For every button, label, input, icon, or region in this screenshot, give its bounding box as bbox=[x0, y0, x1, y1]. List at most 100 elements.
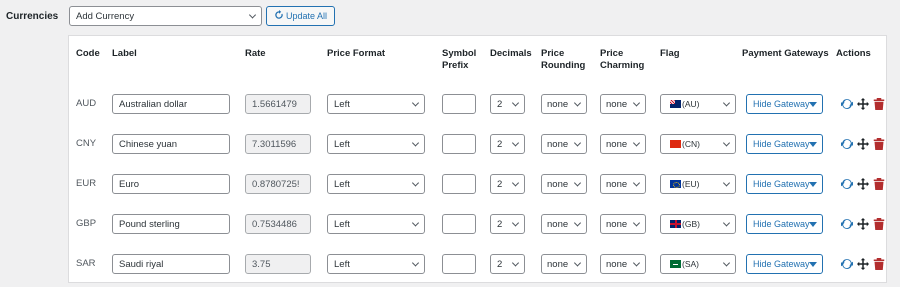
chevron-down-icon bbox=[573, 139, 582, 147]
flag-select[interactable]: (EU) bbox=[660, 174, 736, 194]
charming-value: none bbox=[606, 258, 628, 270]
move-icon[interactable] bbox=[857, 258, 869, 270]
move-icon[interactable] bbox=[857, 138, 869, 150]
sync-icon[interactable] bbox=[841, 98, 853, 110]
caret-down-icon bbox=[809, 222, 817, 227]
decimals-value: 2 bbox=[497, 138, 503, 150]
price-format-select[interactable]: Left bbox=[327, 254, 425, 274]
label-value: Australian dollar bbox=[119, 98, 188, 110]
rounding-select[interactable]: none bbox=[541, 174, 587, 194]
header-label: Label bbox=[112, 48, 137, 59]
charming-select[interactable]: none bbox=[600, 254, 646, 274]
charming-select[interactable]: none bbox=[600, 174, 646, 194]
charming-value: none bbox=[606, 98, 628, 110]
header-code: Code bbox=[76, 48, 100, 59]
decimals-select[interactable]: 2 bbox=[490, 134, 525, 154]
label-input[interactable]: Euro bbox=[112, 174, 230, 194]
price-format-value: Left bbox=[334, 138, 350, 150]
trash-icon[interactable] bbox=[873, 138, 885, 150]
rate-input: 3.75 bbox=[245, 254, 311, 274]
hide-gateway-button[interactable]: Hide Gateway bbox=[746, 174, 823, 194]
move-icon[interactable] bbox=[857, 98, 869, 110]
rounding-select[interactable]: none bbox=[541, 254, 587, 274]
decimals-select[interactable]: 2 bbox=[490, 214, 525, 234]
label-value: Saudi riyal bbox=[119, 258, 164, 270]
hide-gateway-button[interactable]: Hide Gateway bbox=[746, 134, 823, 154]
price-format-select[interactable]: Left bbox=[327, 134, 425, 154]
rate-input: 1.5661479 bbox=[245, 94, 311, 114]
charming-select[interactable]: none bbox=[600, 214, 646, 234]
flag-select[interactable]: (AU) bbox=[660, 94, 736, 114]
chevron-down-icon bbox=[632, 139, 641, 147]
move-icon[interactable] bbox=[857, 218, 869, 230]
add-currency-select[interactable]: Add Currency bbox=[69, 6, 262, 26]
trash-icon[interactable] bbox=[873, 258, 885, 270]
trash-icon[interactable] bbox=[873, 98, 885, 110]
rounding-select[interactable]: none bbox=[541, 134, 587, 154]
price-format-select[interactable]: Left bbox=[327, 174, 425, 194]
caret-down-icon bbox=[809, 102, 817, 107]
flag-gb-icon bbox=[670, 220, 681, 228]
chevron-down-icon bbox=[411, 99, 420, 107]
hide-gateway-button[interactable]: Hide Gateway bbox=[746, 214, 823, 234]
flag-select[interactable]: (SA) bbox=[660, 254, 736, 274]
label-input[interactable]: Chinese yuan bbox=[112, 134, 230, 154]
flag-code: (CN) bbox=[682, 139, 700, 149]
sync-icon[interactable] bbox=[841, 218, 853, 230]
sync-icon[interactable] bbox=[841, 138, 853, 150]
rounding-select[interactable]: none bbox=[541, 214, 587, 234]
symbol-prefix-input[interactable] bbox=[442, 254, 476, 274]
refresh-icon bbox=[274, 10, 284, 22]
rate-value: 0.8780725! bbox=[252, 178, 300, 190]
charming-select[interactable]: none bbox=[600, 94, 646, 114]
move-icon[interactable] bbox=[857, 178, 869, 190]
chevron-down-icon bbox=[722, 179, 731, 187]
price-format-value: Left bbox=[334, 218, 350, 230]
sync-icon[interactable] bbox=[841, 178, 853, 190]
chevron-down-icon bbox=[411, 179, 420, 187]
chevron-down-icon bbox=[722, 259, 731, 267]
currency-code: EUR bbox=[76, 178, 97, 189]
decimals-select[interactable]: 2 bbox=[490, 174, 525, 194]
flag-code: (SA) bbox=[682, 259, 699, 269]
price-format-select[interactable]: Left bbox=[327, 214, 425, 234]
chevron-down-icon bbox=[511, 139, 520, 147]
caret-down-icon bbox=[809, 182, 817, 187]
flag-select[interactable]: (GB) bbox=[660, 214, 736, 234]
chevron-down-icon bbox=[248, 11, 257, 19]
currency-code: CNY bbox=[76, 138, 97, 149]
decimals-select[interactable]: 2 bbox=[490, 94, 525, 114]
chevron-down-icon bbox=[632, 219, 641, 227]
trash-icon[interactable] bbox=[873, 218, 885, 230]
label-input[interactable]: Saudi riyal bbox=[112, 254, 230, 274]
rounding-select[interactable]: none bbox=[541, 94, 587, 114]
header-symbol-prefix: Symbol Prefix bbox=[442, 48, 477, 71]
charming-select[interactable]: none bbox=[600, 134, 646, 154]
chevron-down-icon bbox=[722, 139, 731, 147]
rate-input: 0.8780725! bbox=[245, 174, 311, 194]
rate-value: 7.3011596 bbox=[252, 138, 297, 150]
symbol-prefix-input[interactable] bbox=[442, 174, 476, 194]
rounding-value: none bbox=[547, 98, 569, 110]
hide-gateway-button[interactable]: Hide Gateway bbox=[746, 254, 823, 274]
symbol-prefix-input[interactable] bbox=[442, 94, 476, 114]
hide-gateway-button[interactable]: Hide Gateway bbox=[746, 94, 823, 114]
rate-input: 0.7534486 bbox=[245, 214, 311, 234]
currencies-table: Code Label Rate Price Format Symbol Pref… bbox=[68, 35, 887, 283]
trash-icon[interactable] bbox=[873, 178, 885, 190]
decimals-select[interactable]: 2 bbox=[490, 254, 525, 274]
price-format-select[interactable]: Left bbox=[327, 94, 425, 114]
currency-code: AUD bbox=[76, 98, 97, 109]
sync-icon[interactable] bbox=[841, 258, 853, 270]
update-all-button[interactable]: Update All bbox=[266, 6, 335, 26]
gateway-label: Hide Gateway bbox=[753, 179, 810, 189]
decimals-value: 2 bbox=[497, 178, 503, 190]
flag-select[interactable]: (CN) bbox=[660, 134, 736, 154]
add-currency-value: Add Currency bbox=[76, 10, 135, 22]
label-input[interactable]: Pound sterling bbox=[112, 214, 230, 234]
label-input[interactable]: Australian dollar bbox=[112, 94, 230, 114]
symbol-prefix-input[interactable] bbox=[442, 214, 476, 234]
header-rate: Rate bbox=[245, 48, 266, 59]
symbol-prefix-input[interactable] bbox=[442, 134, 476, 154]
chevron-down-icon bbox=[511, 259, 520, 267]
